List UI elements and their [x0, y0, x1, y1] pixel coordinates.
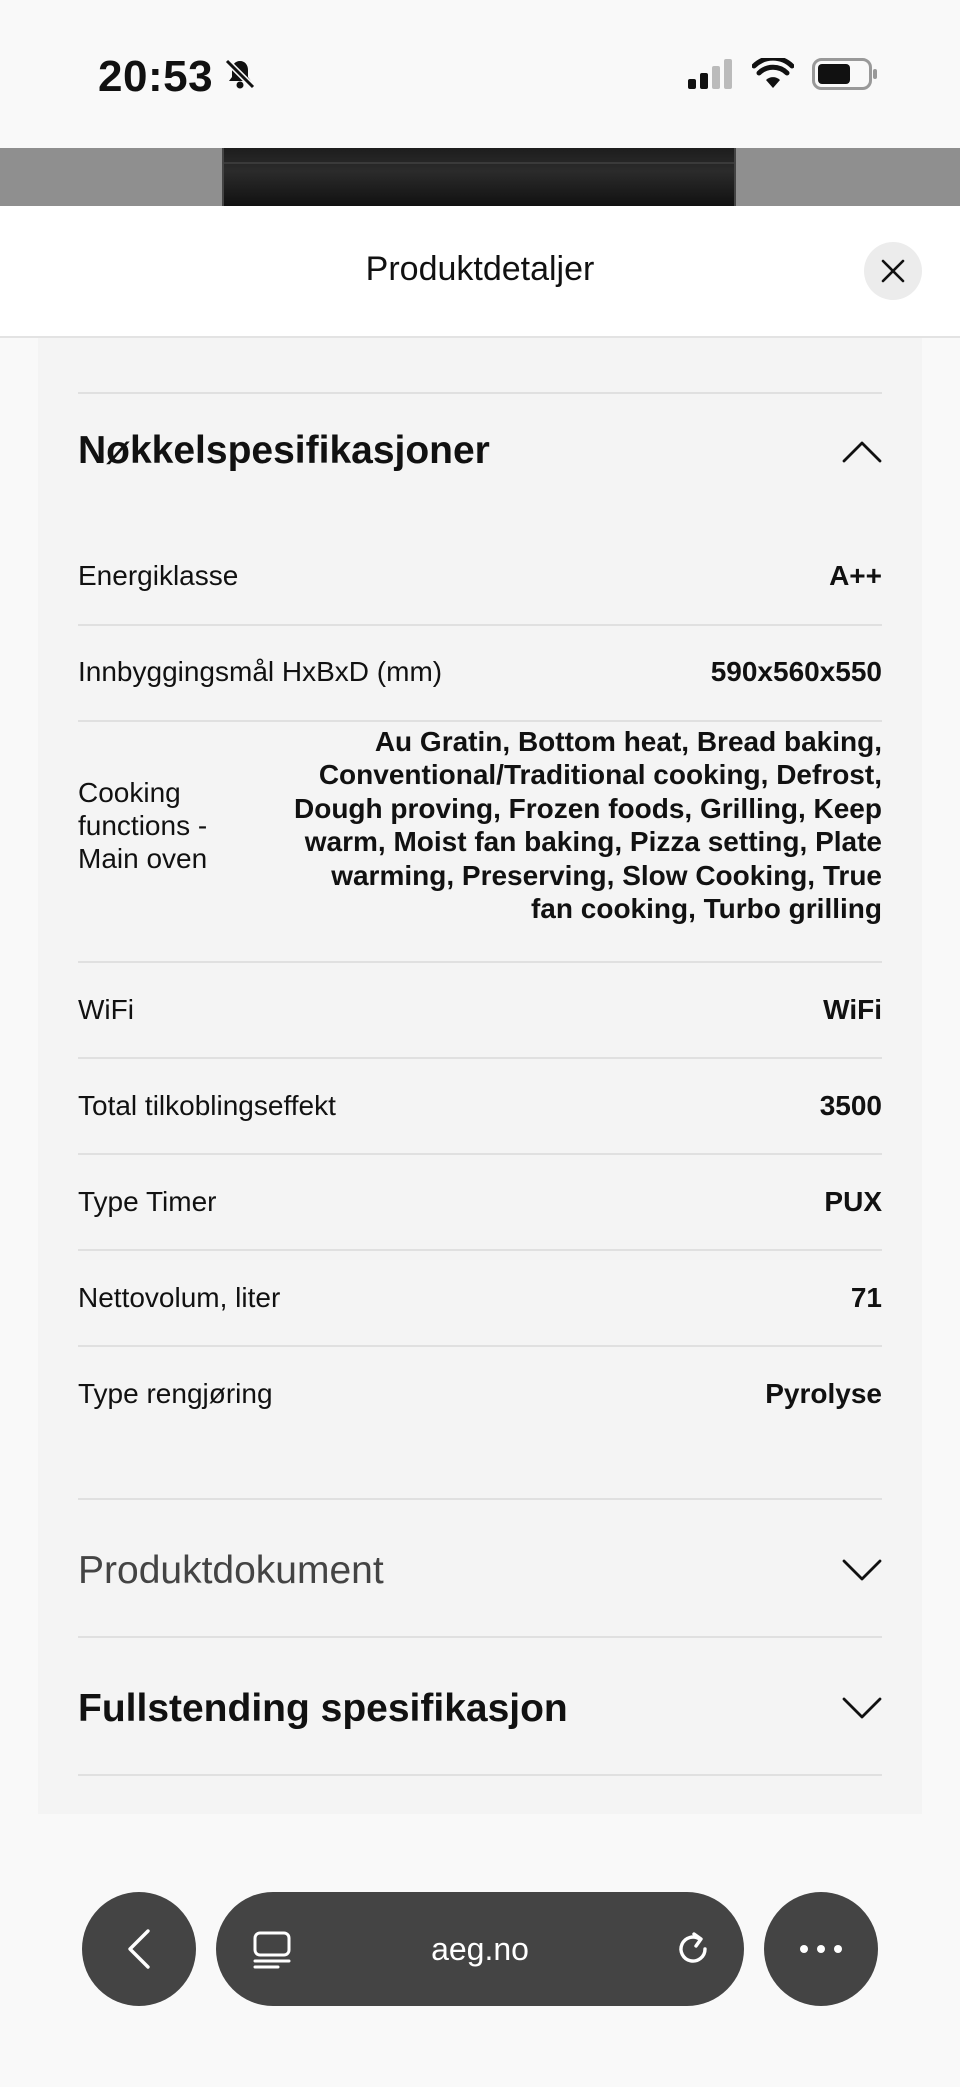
battery-icon	[812, 58, 878, 95]
spec-label: Cooking functions - Main oven	[78, 776, 208, 874]
full-spec-section-header[interactable]: Fullstending spesifikasjon	[78, 1684, 882, 1734]
spec-value: PUX	[824, 1186, 882, 1217]
spec-row: Total tilkoblingseffekt 3500	[78, 1086, 882, 1126]
spec-row: Type Timer PUX	[78, 1182, 882, 1222]
product-image-strip	[0, 148, 960, 206]
divider	[78, 1636, 882, 1638]
url-text: aeg.no	[431, 1930, 529, 1967]
key-specs-header[interactable]: Nøkkelspesifikasjoner	[78, 426, 882, 476]
close-icon	[881, 259, 905, 283]
cellular-signal-icon	[688, 59, 734, 94]
spec-value: WiFi	[823, 994, 882, 1025]
spec-label: Type Timer	[78, 1186, 217, 1217]
spec-value: Au Gratin, Bottom heat, Bread baking, Co…	[294, 725, 882, 925]
reload-icon[interactable]	[672, 1928, 714, 1975]
spec-label: Innbyggingsmål HxBxD (mm)	[78, 656, 443, 687]
spec-label: WiFi	[78, 994, 134, 1025]
page-title: Produktdetaljer	[365, 250, 595, 288]
full-spec-title: Fullstending spesifikasjon	[78, 1687, 568, 1730]
back-button[interactable]	[82, 1892, 196, 2006]
divider	[78, 961, 882, 963]
spec-value: 71	[850, 1282, 882, 1313]
spec-label: Type rengjøring	[78, 1378, 273, 1409]
clock: 20:53	[98, 52, 214, 101]
spec-value: A++	[829, 560, 882, 591]
divider	[78, 1498, 882, 1500]
chevron-down-icon	[842, 1697, 882, 1719]
status-time: 20:53	[98, 52, 257, 102]
product-image	[222, 148, 736, 206]
chevron-down-icon	[842, 1559, 882, 1581]
spec-value: 3500	[819, 1090, 882, 1121]
spec-value: 590x560x550	[710, 656, 882, 687]
spec-label: Total tilkoblingseffekt	[78, 1090, 336, 1121]
address-bar[interactable]: aeg.no	[216, 1892, 744, 2006]
sheet-header: Produktdetaljer	[0, 206, 960, 338]
spec-row: Innbyggingsmål HxBxD (mm) 590x560x550	[78, 652, 882, 692]
more-button[interactable]	[764, 1892, 878, 2006]
status-icons	[688, 55, 878, 95]
spec-row: Energiklasse A++	[78, 556, 882, 596]
divider	[78, 1345, 882, 1347]
divider	[78, 1249, 882, 1251]
divider	[78, 720, 882, 722]
spec-label: Energiklasse	[78, 560, 239, 591]
spec-value: Pyrolyse	[765, 1378, 882, 1409]
browser-toolbar: aeg.no	[0, 1814, 960, 2087]
more-icon	[800, 1945, 842, 1953]
divider	[78, 1153, 882, 1155]
spec-row: Type rengjøring Pyrolyse	[78, 1374, 882, 1414]
silent-mode-icon	[223, 52, 257, 102]
key-specs-title: Nøkkelspesifikasjoner	[78, 429, 490, 472]
specs-panel: Nøkkelspesifikasjoner Energiklasse A++ I…	[38, 338, 922, 1814]
spec-row: WiFi WiFi	[78, 990, 882, 1030]
spec-label: Nettovolum, liter	[78, 1282, 281, 1313]
spec-row: Cooking functions - Main oven Au Gratin,…	[78, 726, 882, 925]
close-button[interactable]	[864, 242, 922, 300]
divider	[78, 1774, 882, 1776]
chevron-up-icon	[842, 441, 882, 463]
tabs-icon[interactable]	[252, 1930, 292, 1975]
documents-title: Produktdokument	[78, 1549, 384, 1592]
spec-row: Nettovolum, liter 71	[78, 1278, 882, 1318]
divider	[78, 1057, 882, 1059]
divider	[78, 392, 882, 394]
chevron-left-icon	[128, 1929, 150, 1969]
status-bar: 20:53	[0, 0, 960, 148]
documents-section-header[interactable]: Produktdokument	[78, 1546, 882, 1596]
wifi-icon	[751, 55, 795, 95]
divider	[78, 624, 882, 626]
